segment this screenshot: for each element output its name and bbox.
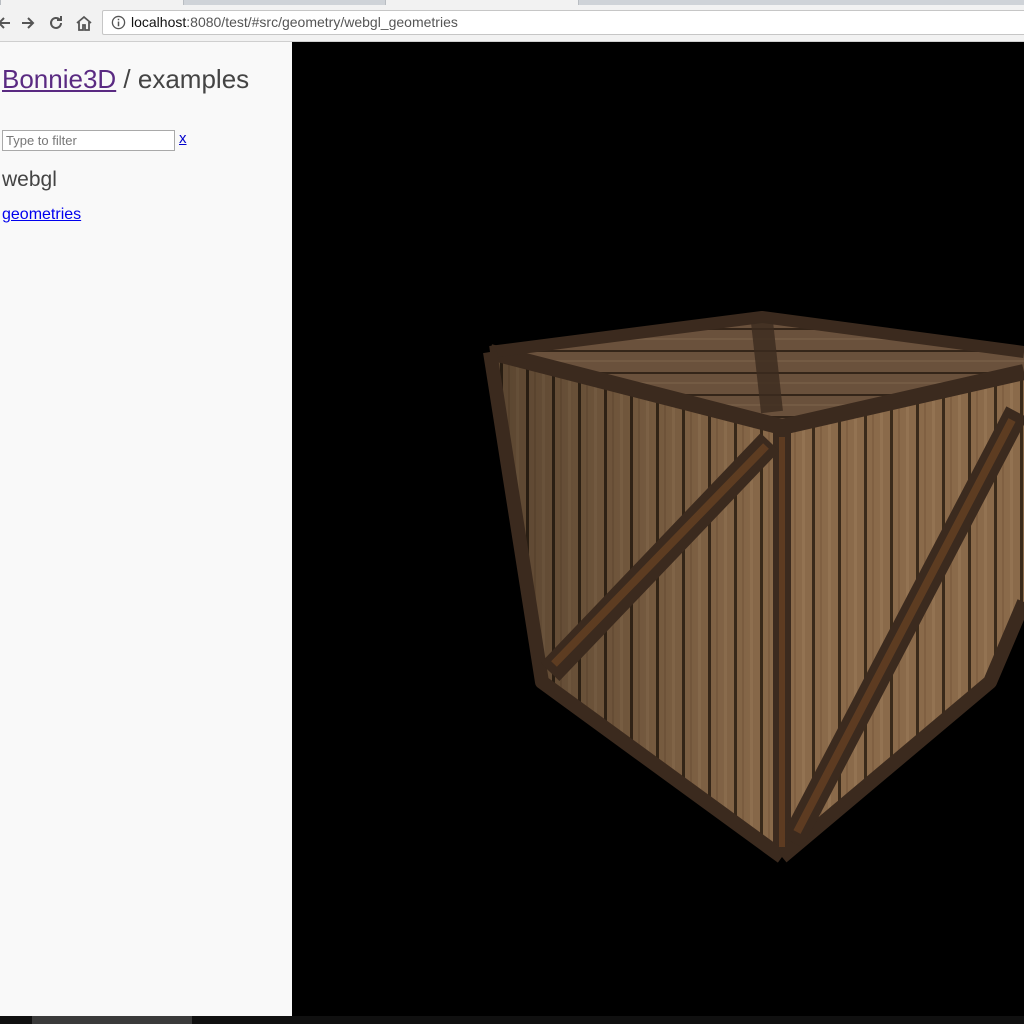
scrollbar-thumb[interactable]: [32, 1016, 192, 1024]
section-heading: webgl: [2, 168, 57, 191]
arrow-left-icon: [0, 17, 10, 29]
address-bar[interactable]: localhost:8080/test/#src/geometry/webgl_…: [102, 10, 1024, 35]
url-host: localhost: [131, 14, 187, 30]
filter-input[interactable]: [2, 130, 175, 151]
browser-toolbar: localhost:8080/test/#src/geometry/webgl_…: [0, 5, 1024, 42]
home-link[interactable]: Bonnie3D: [2, 64, 116, 94]
webgl-viewport[interactable]: [292, 42, 1024, 1016]
page-title: Bonnie3D / examples: [2, 64, 249, 95]
back-button[interactable]: [0, 11, 16, 35]
example-link-geometries[interactable]: geometries: [2, 206, 81, 224]
url-path: :8080/test/#src/geometry/webgl_geometrie…: [186, 14, 458, 30]
crate-render: [483, 311, 1024, 863]
home-button[interactable]: [72, 11, 96, 35]
sidebar-panel: Bonnie3D / examples x webgl geometries: [0, 42, 292, 1016]
forward-button[interactable]: [16, 11, 40, 35]
info-icon[interactable]: [111, 15, 126, 30]
home-icon: [76, 15, 92, 31]
reload-button[interactable]: [44, 11, 68, 35]
url-text[interactable]: localhost:8080/test/#src/geometry/webgl_…: [131, 14, 458, 30]
arrow-right-icon: [22, 17, 35, 29]
clear-filter-link[interactable]: x: [179, 130, 187, 147]
reload-icon: [50, 16, 62, 29]
title-suffix: / examples: [116, 64, 250, 94]
